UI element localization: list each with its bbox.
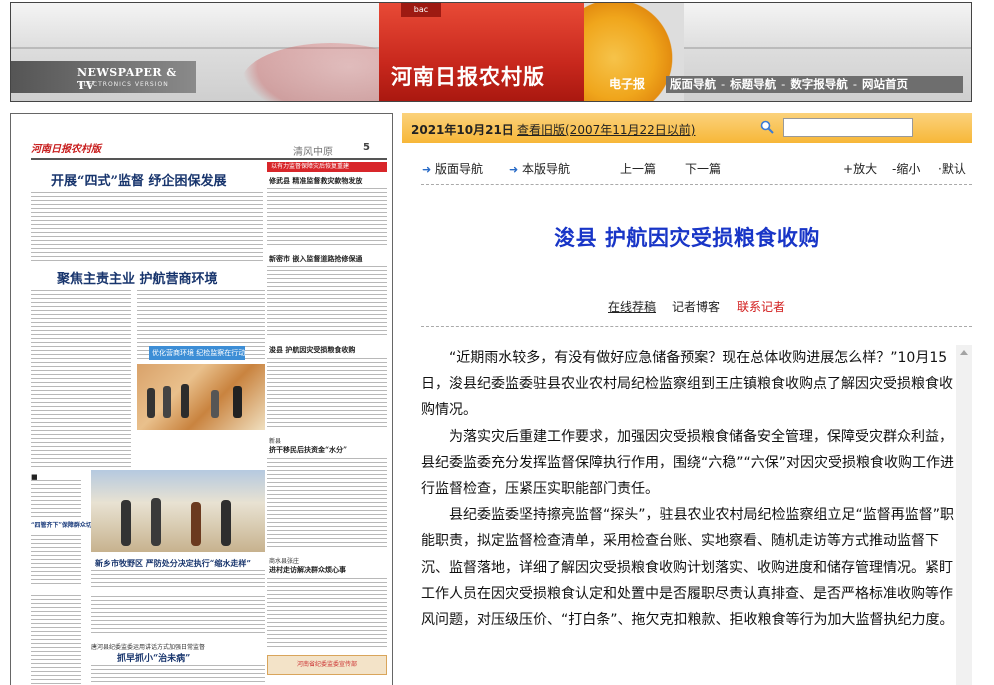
np-text-block xyxy=(91,665,265,685)
np-text-block xyxy=(31,595,81,685)
np-text-block xyxy=(31,480,81,520)
page-nav-link[interactable]: 版面导航 xyxy=(435,162,483,176)
article-paragraph: 县纪委监委坚持擦亮监督“探头”，驻县农业农村局纪检监察组立足“监督再监督”职能职… xyxy=(421,507,954,629)
zoom-in-label: 放大 xyxy=(853,162,878,176)
arrow-right-icon: ➜ xyxy=(509,163,519,176)
article-body: “近期雨水较多，有没有做好应急储备预案？现在总体收购进展怎么样？”10月15日，… xyxy=(421,345,954,685)
np-text-block xyxy=(91,596,265,636)
meta-divider xyxy=(421,326,972,328)
zoom-out-label: 缩小 xyxy=(896,162,921,176)
np-text-block xyxy=(267,578,387,648)
np-headline-3[interactable]: 新乡市牧野区 严防处分决定执行“缩水走样” xyxy=(95,558,251,569)
article-title: 浚县 护航因灾受损粮食收购 xyxy=(554,226,820,250)
np-ribbon-text: 优化营商环境 纪检监察在行动 xyxy=(152,349,245,357)
newspaper-page-content: 河南日报农村版 清风中原 5 开展“四式”监督 纾企困保发展 聚焦主责主业 护航… xyxy=(31,140,391,685)
default-size-button[interactable]: ·默认 xyxy=(938,160,966,177)
np-headline-1[interactable]: 开展“四式”监督 纾企困保发展 xyxy=(51,170,226,189)
default-label: 默认 xyxy=(941,162,966,176)
np-text-block xyxy=(267,188,387,248)
prev-article-link[interactable]: 上一篇 xyxy=(620,160,656,177)
triangle-up-icon[interactable] xyxy=(960,350,968,355)
np-text-block xyxy=(267,358,387,428)
np-red-banner: 以有力监督保障灾后恢复重建 xyxy=(267,162,387,172)
np-red-banner-text: 以有力监督保障灾后恢复重建 xyxy=(271,163,350,170)
newspaper-tv-text: NEWSPAPER & TV xyxy=(77,66,177,92)
np-footer-ad: 河南省纪委监委宣传部 xyxy=(267,655,387,675)
top-nav-home[interactable]: 网站首页 xyxy=(862,77,908,91)
np-headline-5[interactable]: 修武县 精准监督救灾款物发放 xyxy=(269,176,362,186)
np-kicker-xinxian: 新县 xyxy=(269,438,282,445)
zoom-out-button[interactable]: -缩小 xyxy=(892,160,920,177)
np-ribbon: 优化营商环境 纪检监察在行动 xyxy=(149,346,245,360)
np-text-block xyxy=(267,458,387,548)
np-kicker: 唐河县纪委监委运用讲话方式加强日常监督 xyxy=(91,644,206,651)
date-toolbar: 2021年10月21日 查看旧版(2007年11月22日以前) xyxy=(402,113,972,143)
np-headline-7[interactable]: 挤干移民后扶资金“水分” xyxy=(269,445,347,455)
article-paragraph: “近期雨水较多，有没有做好应急储备预案？现在总体收购进展怎么样？”10月15日，… xyxy=(421,350,953,419)
top-nav-page-nav[interactable]: 版面导航 xyxy=(670,77,716,91)
np-headline-2[interactable]: 聚焦主责主业 护航营商环境 xyxy=(57,268,218,287)
contact-reporter-link[interactable]: 联系记者 xyxy=(737,298,785,315)
np-headline-current[interactable]: 浚县 护航因灾受损粮食收购 xyxy=(269,345,355,355)
article-scrollbar[interactable] xyxy=(956,345,972,685)
np-text-block xyxy=(31,290,131,470)
epaper-label: 电子报 xyxy=(609,77,646,91)
banner-tab-label: bac xyxy=(413,5,429,14)
np-text-block xyxy=(267,266,387,336)
article-paragraph: 为落实灾后重建工作要求，加强因灾受损粮食储备安全管理，保障受灾群众利益，县纪委监… xyxy=(421,428,954,498)
magnifier-icon[interactable] xyxy=(760,120,774,134)
electronics-version-text: ELECTRONICS VERSION xyxy=(79,81,169,88)
old-version-link[interactable]: 查看旧版(2007年11月22日以前) xyxy=(517,121,695,138)
newspaper-page[interactable]: 河南日报农村版 清风中原 5 开展“四式”监督 纾企困保发展 聚焦主责主业 护航… xyxy=(10,113,393,685)
nav-separator: - xyxy=(852,77,857,91)
this-page-nav-link[interactable]: 本版导航 xyxy=(522,162,570,176)
this-page-nav-link-wrap[interactable]: ➜ 本版导航 xyxy=(509,160,570,177)
np-kicker-shangshui: 商水县张庄 xyxy=(269,558,300,565)
site-banner: NEWSPAPER & TV ELECTRONICS VERSION bac 河… xyxy=(10,2,972,102)
zoom-in-sign: + xyxy=(843,162,854,176)
np-headline-8[interactable]: 进村走访解决群众烦心事 xyxy=(269,565,346,575)
np-headline-4[interactable]: 抓早抓小“治未病” xyxy=(117,651,190,664)
np-footer-ad-text: 河南省纪委监委宣传部 xyxy=(296,661,357,668)
next-article-link[interactable]: 下一篇 xyxy=(685,160,721,177)
nav-separator: - xyxy=(781,77,786,91)
np-text-block xyxy=(31,192,263,262)
issue-date: 2021年10月21日 xyxy=(411,123,514,137)
search-input[interactable] xyxy=(783,118,913,137)
zoom-in-button[interactable]: +放大 xyxy=(843,160,877,177)
reporter-blog-link[interactable]: 记者博客 xyxy=(672,298,720,315)
newspaper-page-number: 5 xyxy=(363,142,370,153)
article-nav-row: ➜ 版面导航 ➜ 本版导航 上一篇 下一篇 +放大 -缩小 ·默认 xyxy=(402,155,972,181)
site-title: 河南日报农村版 xyxy=(391,64,545,89)
page-nav-link-wrap[interactable]: ➜ 版面导航 xyxy=(422,160,483,177)
newspaper-tv-label: NEWSPAPER & TV ELECTRONICS VERSION xyxy=(11,61,196,93)
top-nav-title-nav[interactable]: 标题导航 xyxy=(730,77,776,91)
nav-divider xyxy=(421,184,972,186)
newspaper-logo: 河南日报农村版 xyxy=(31,144,101,155)
arrow-right-icon: ➜ xyxy=(422,163,432,176)
np-photo-meeting xyxy=(137,364,265,430)
online-submission-link[interactable]: 在线荐稿 xyxy=(608,298,656,315)
banner-tab: bac xyxy=(401,3,441,17)
np-text-block xyxy=(91,570,265,590)
top-nav-bar: 版面导航 - 标题导航 - 数字报导航 - 网站首页 xyxy=(666,76,963,93)
np-headline-6[interactable]: 新密市 嵌入监督道路抢修保通 xyxy=(269,254,362,264)
top-nav-digital-nav[interactable]: 数字报导航 xyxy=(790,77,848,91)
nav-separator: - xyxy=(721,77,726,91)
newspaper-top-rule xyxy=(31,158,387,160)
newspaper-section: 清风中原 xyxy=(293,147,333,158)
np-photo-visit xyxy=(91,470,265,552)
np-text-block xyxy=(31,535,81,585)
